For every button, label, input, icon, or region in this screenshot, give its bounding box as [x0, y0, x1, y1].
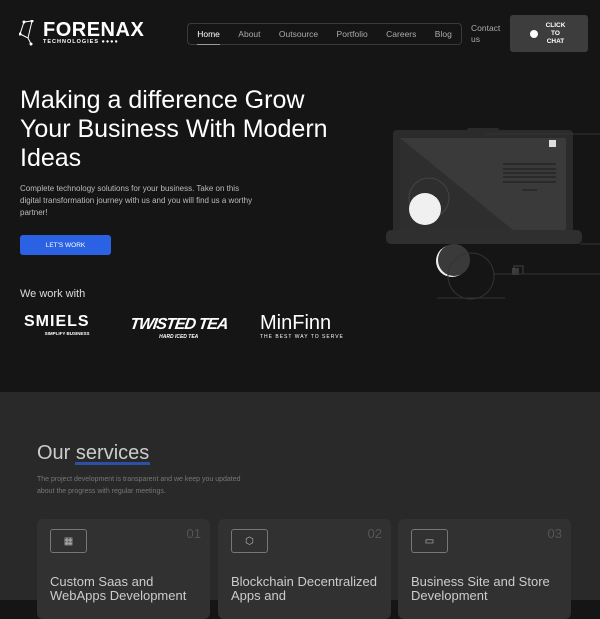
partner-name: TWISTED TEA [128, 316, 229, 333]
hero-title: Making a difference Grow Your Business W… [20, 86, 350, 173]
laptop-icon: ▭ [411, 529, 448, 553]
logo-name: FORENAX [43, 19, 145, 41]
partner-tag: THE BEST WAY TO SERVE [260, 334, 344, 340]
webapp-icon: ▦ [50, 529, 87, 553]
service-card[interactable]: ⬡ 02 Blockchain Decentralized Apps and [218, 519, 391, 619]
lets-work-button[interactable]: LET'S WORK [20, 235, 111, 255]
card-title: Blockchain Decentralized Apps and [231, 574, 377, 603]
nav-portfolio[interactable]: Portfolio [337, 29, 368, 39]
partner-tag: SIMPLIFY BUSINESS [44, 331, 90, 336]
partner-name: MinFinn [260, 312, 332, 334]
services-title: Our services [37, 442, 149, 465]
blockchain-icon: ⬡ [231, 529, 268, 553]
main-nav: Home About Outsource Portfolio Careers B… [187, 23, 462, 45]
services-description: The project development is transparent a… [37, 476, 241, 495]
hero-section: FORENAX TECHNOLOGIES ●●●● Home About Out… [0, 0, 600, 392]
partner-twisted-tea: TWISTED TEA HARD ICED TEA [128, 316, 229, 340]
partner-tag: HARD ICED TEA [159, 334, 199, 340]
logo-constellation-icon [19, 20, 34, 46]
logo[interactable]: FORENAX TECHNOLOGIES ●●●● [19, 20, 144, 46]
partners-label: We work with [20, 288, 86, 300]
chat-button[interactable]: CLICK TO CHAT [510, 15, 588, 52]
services-section: Our services The project development is … [0, 392, 600, 619]
card-number: 02 [367, 526, 382, 541]
service-card[interactable]: ▭ 03 Business Site and Store Development [398, 519, 571, 619]
card-title: Custom Saas and WebApps Development [50, 574, 187, 603]
nav-home[interactable]: Home [197, 29, 220, 45]
partner-name: SMIELS [24, 313, 90, 330]
hero-description: Complete technology solutions for your b… [20, 184, 253, 217]
card-title: Business Site and Store Development [411, 574, 550, 603]
partner-smiels: SMIELS SIMPLIFY BUSINESS [24, 313, 90, 336]
whatsapp-icon [529, 29, 538, 38]
partner-minfinn: MinFinn THE BEST WAY TO SERVE [260, 312, 344, 341]
service-card[interactable]: ▦ 01 Custom Saas and WebApps Development [37, 519, 210, 619]
nav-outsource[interactable]: Outsource [279, 29, 318, 39]
services-title-text: Our [37, 442, 76, 464]
services-title-highlight: services [75, 442, 150, 464]
nav-blog[interactable]: Blog [435, 29, 452, 39]
laptop-illustration [386, 128, 600, 300]
contact-link[interactable]: Contact us [471, 23, 506, 45]
card-number: 01 [186, 526, 201, 541]
nav-careers[interactable]: Careers [386, 29, 416, 39]
chat-label: CLICK TO CHAT [545, 21, 566, 45]
card-number: 03 [547, 526, 562, 541]
nav-about[interactable]: About [238, 29, 260, 39]
